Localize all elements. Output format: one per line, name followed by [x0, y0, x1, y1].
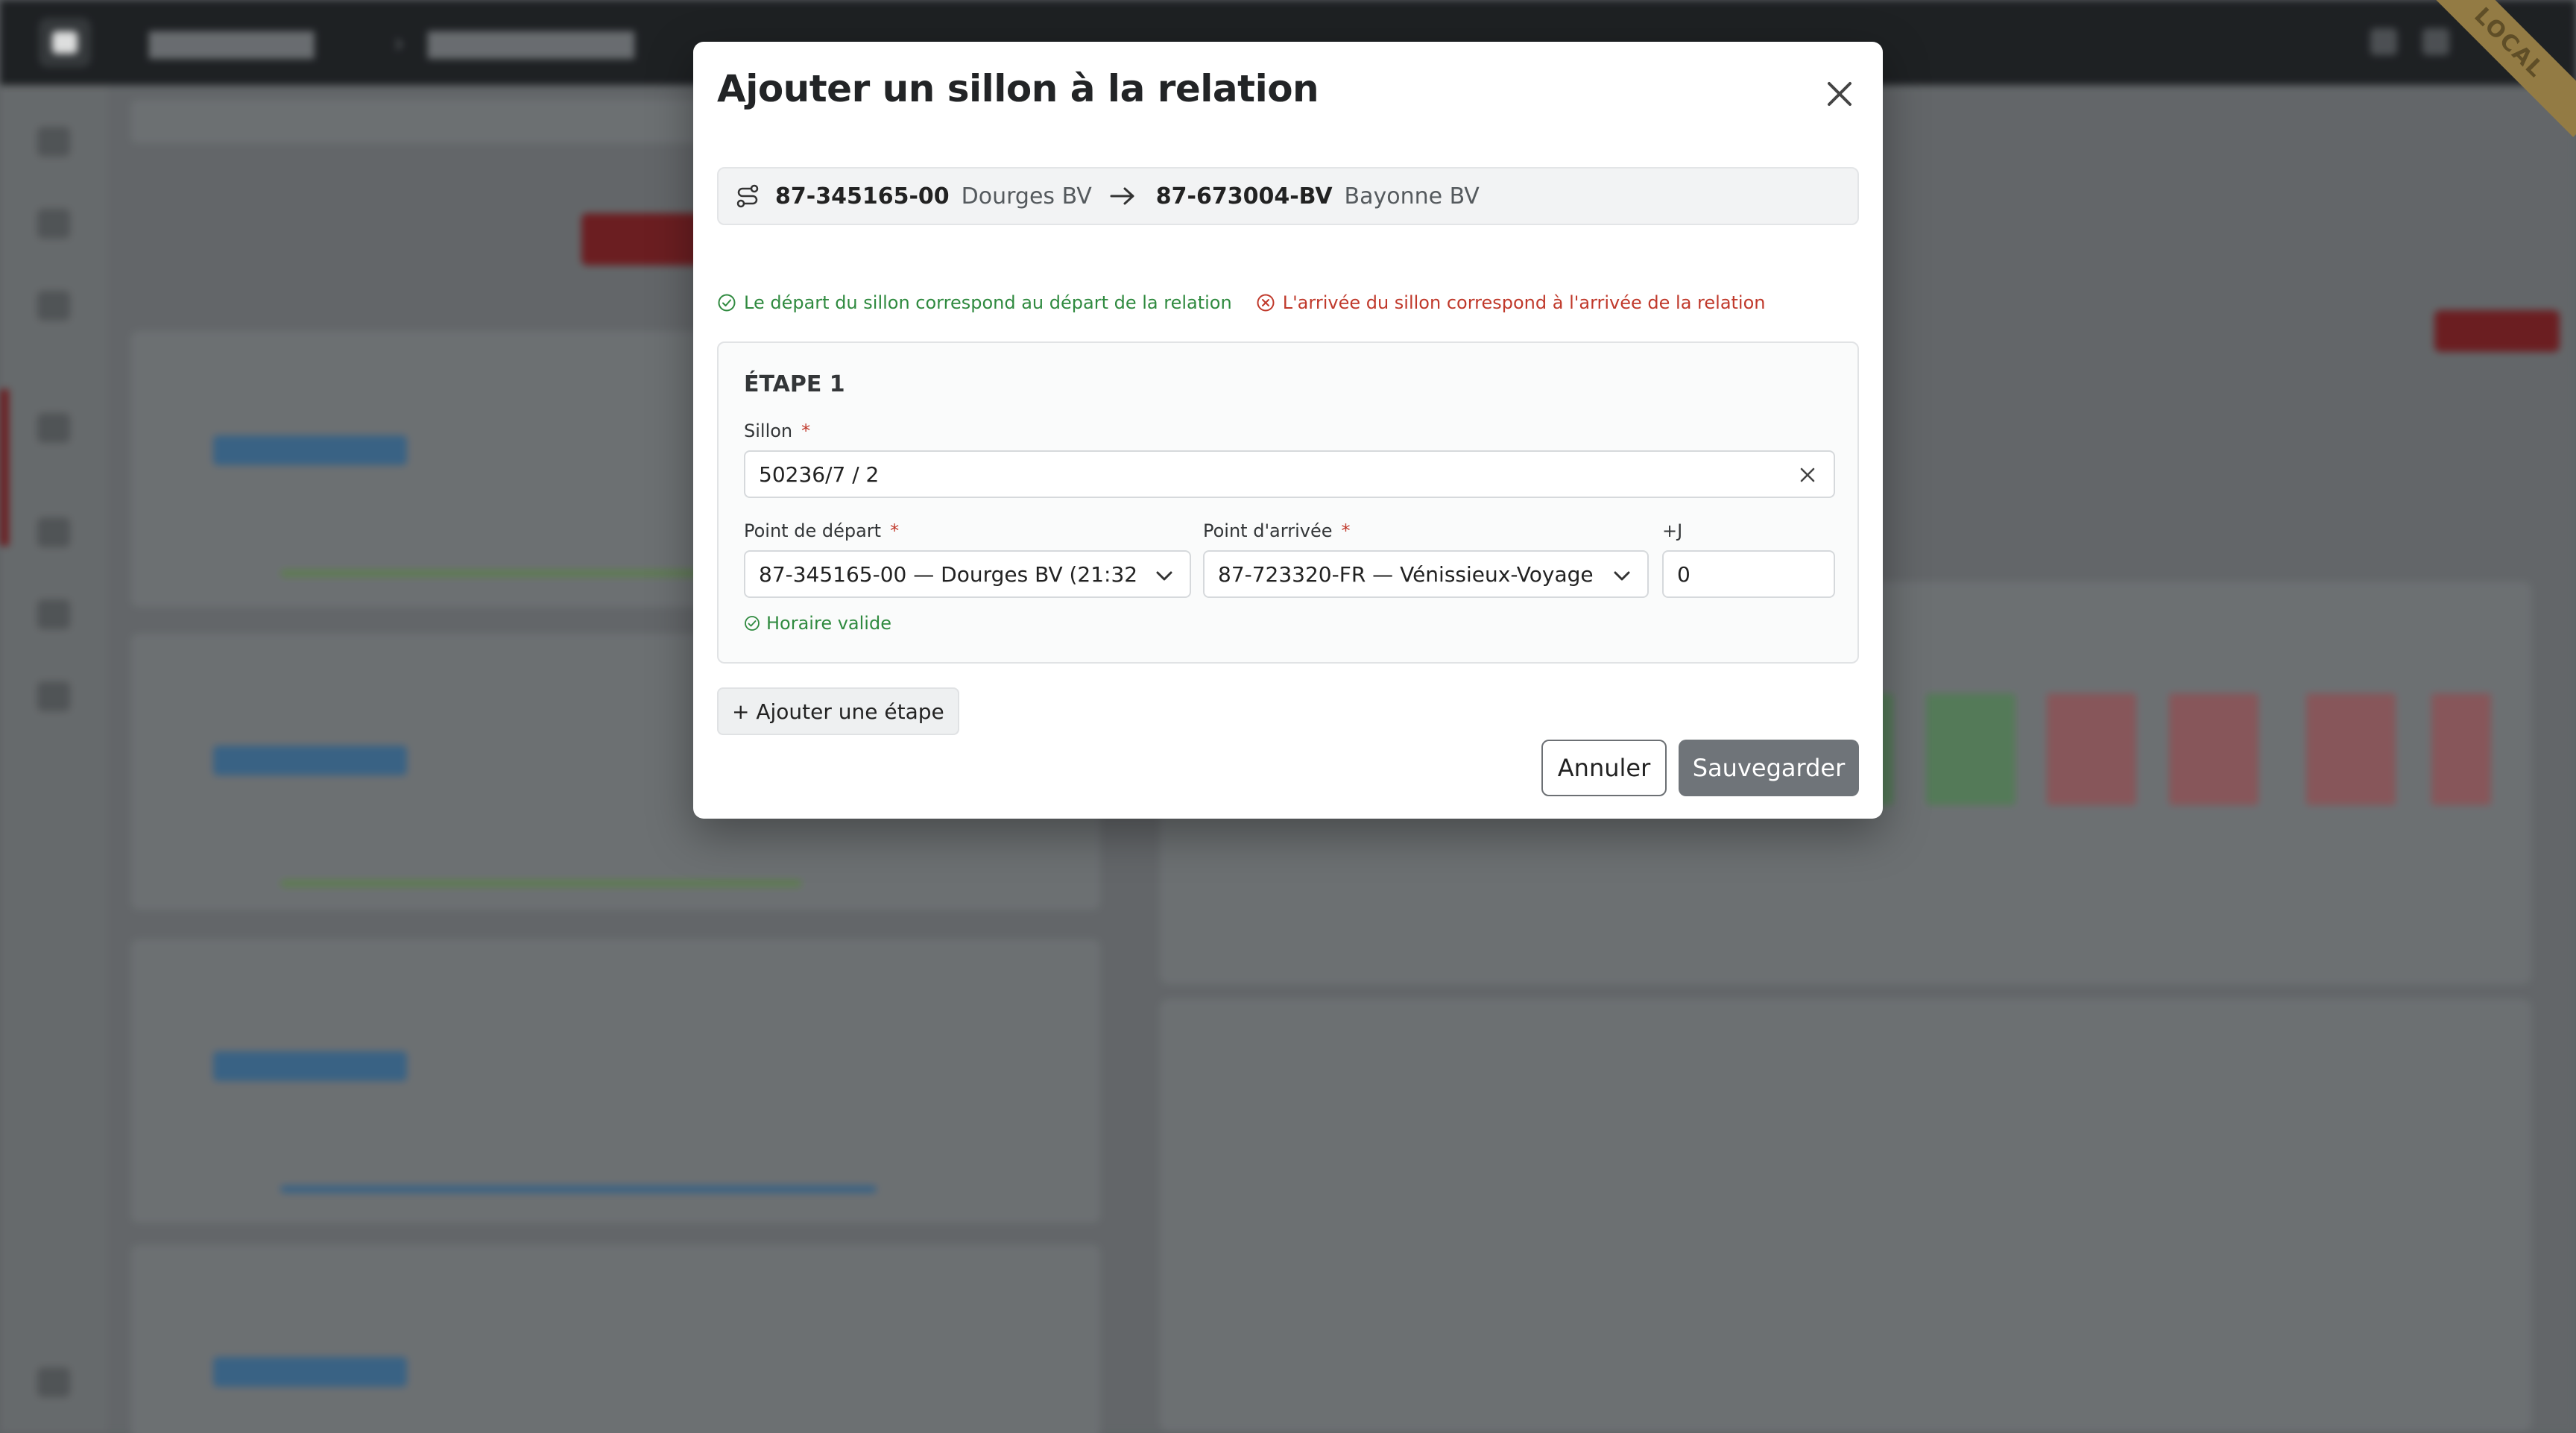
- departure-select[interactable]: 87-345165-00 — Dourges BV (21:32: [744, 550, 1191, 598]
- arrival-select[interactable]: 87-723320-FR — Vénissieux-Voyage: [1203, 550, 1649, 598]
- chevron-down-icon: [1611, 567, 1632, 585]
- modal-title: Ajouter un sillon à la relation: [717, 67, 1319, 110]
- day-offset-label: +J: [1662, 520, 1683, 541]
- relation-route: 87-345165-00 Dourges BV 87-673004-BV Bay…: [717, 167, 1859, 225]
- sillon-label: Sillon *: [744, 421, 811, 441]
- add-sillon-modal: Ajouter un sillon à la relation 87-34516…: [693, 42, 1883, 819]
- save-button[interactable]: Sauvegarder: [1679, 740, 1859, 796]
- check-circle-icon: [745, 616, 760, 631]
- arrival-label: Point d'arrivée *: [1203, 520, 1351, 541]
- destination-code: 87-673004-BV: [1155, 183, 1333, 210]
- departure-check: Le départ du sillon correspond au départ…: [717, 292, 1232, 313]
- check-circle-icon: [718, 294, 736, 312]
- close-icon: [1828, 82, 1852, 106]
- sillon-input[interactable]: 50236/7 / 2: [744, 450, 1835, 498]
- departure-check-text: Le départ du sillon correspond au départ…: [744, 292, 1232, 313]
- schedule-valid-message: Horaire valide: [744, 613, 891, 634]
- arrival-check: L'arrivée du sillon correspond à l'arriv…: [1256, 292, 1766, 313]
- add-step-button[interactable]: + Ajouter une étape: [717, 687, 959, 735]
- origin-code: 87-345165-00: [775, 183, 950, 210]
- cancel-button[interactable]: Annuler: [1541, 740, 1667, 796]
- step-card: ÉTAPE 1 Sillon * 50236/7 / 2 Point de dép…: [717, 341, 1859, 664]
- day-offset-input[interactable]: 0: [1662, 550, 1835, 598]
- chevron-down-icon: [1154, 567, 1175, 585]
- arrival-check-text: L'arrivée du sillon correspond à l'arriv…: [1282, 292, 1766, 313]
- step-title: ÉTAPE 1: [744, 371, 845, 397]
- origin-name: Dourges BV: [961, 183, 1092, 210]
- departure-label: Point de départ *: [744, 520, 900, 541]
- arrow-right-icon: [1110, 187, 1134, 205]
- destination-name: Bayonne BV: [1344, 183, 1480, 210]
- clear-icon[interactable]: [1796, 464, 1819, 486]
- x-circle-icon: [1257, 294, 1275, 312]
- close-button[interactable]: [1819, 73, 1860, 115]
- route-icon: [736, 184, 759, 208]
- validation-checks: Le départ du sillon correspond au départ…: [717, 292, 1790, 313]
